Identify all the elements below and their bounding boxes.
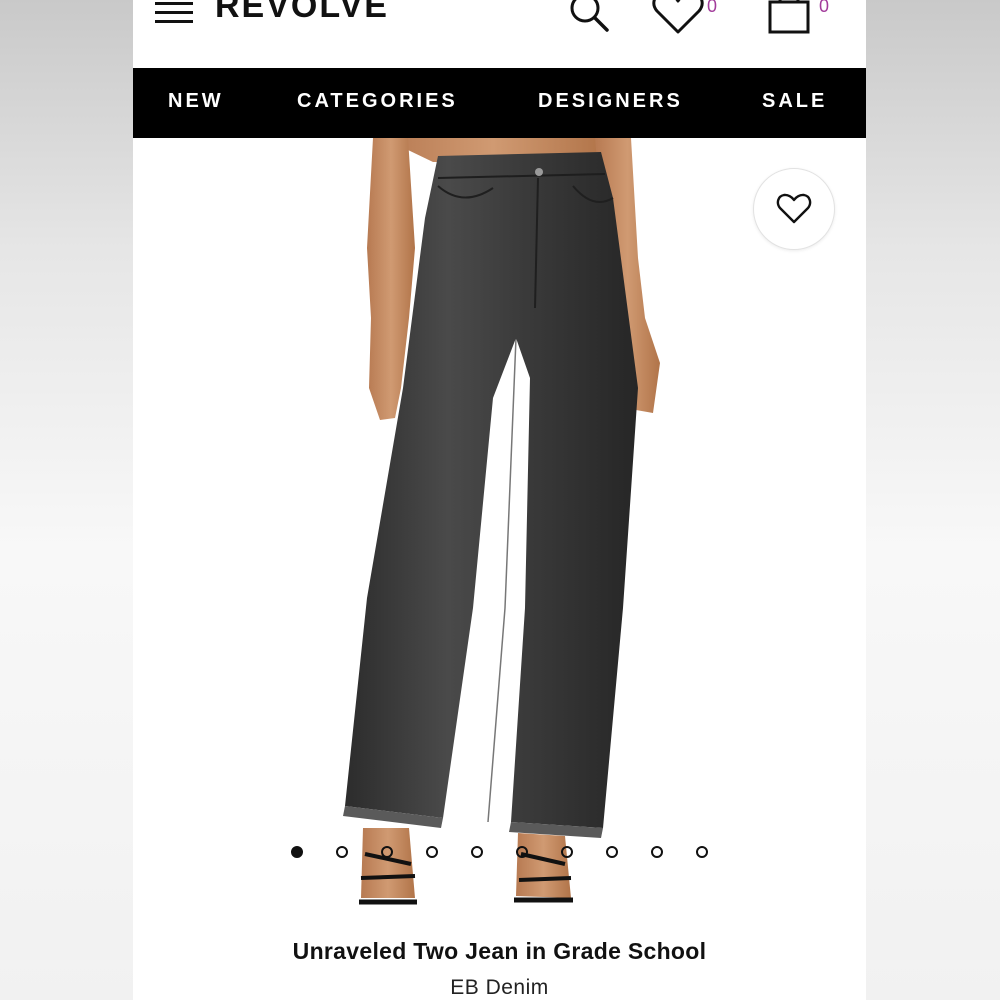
background-right — [866, 0, 1000, 1000]
carousel-pagination — [133, 846, 866, 866]
shopping-bag-icon[interactable] — [765, 0, 815, 41]
carousel-dot[interactable] — [561, 846, 573, 858]
mobile-page: REVOLVE 0 0 NEW CATEGORIES DESIGNERS SAL… — [133, 0, 866, 1000]
carousel-dot[interactable] — [336, 846, 348, 858]
nav-categories[interactable]: CATEGORIES — [297, 90, 458, 113]
background-left — [0, 0, 133, 1000]
heart-icon — [776, 193, 812, 224]
carousel-dot[interactable] — [426, 846, 438, 858]
product-brand[interactable]: EB Denim — [133, 976, 866, 1000]
search-icon[interactable] — [565, 0, 615, 41]
carousel-dot[interactable] — [381, 846, 393, 858]
carousel-dot[interactable] — [471, 846, 483, 858]
product-image-carousel[interactable] — [133, 138, 866, 928]
carousel-dot[interactable] — [651, 846, 663, 858]
carousel-dot[interactable] — [516, 846, 528, 858]
bag-count-badge: 0 — [819, 0, 830, 16]
wishlist-heart-icon[interactable] — [651, 0, 705, 41]
carousel-dot[interactable] — [696, 846, 708, 858]
site-header: REVOLVE 0 0 — [133, 0, 866, 68]
product-title[interactable]: Unraveled Two Jean in Grade School — [133, 938, 866, 965]
carousel-dot[interactable] — [291, 846, 303, 858]
nav-new[interactable]: NEW — [168, 90, 224, 113]
site-logo[interactable]: REVOLVE — [215, 0, 389, 26]
category-nav: NEW CATEGORIES DESIGNERS SALE — [133, 68, 866, 138]
carousel-dot[interactable] — [606, 846, 618, 858]
add-to-wishlist-button[interactable] — [753, 168, 835, 250]
nav-designers[interactable]: DESIGNERS — [538, 90, 683, 113]
product-photo — [343, 138, 660, 905]
menu-icon[interactable] — [155, 0, 195, 24]
wishlist-count-badge: 0 — [707, 0, 718, 16]
nav-sale[interactable]: SALE — [762, 90, 827, 113]
